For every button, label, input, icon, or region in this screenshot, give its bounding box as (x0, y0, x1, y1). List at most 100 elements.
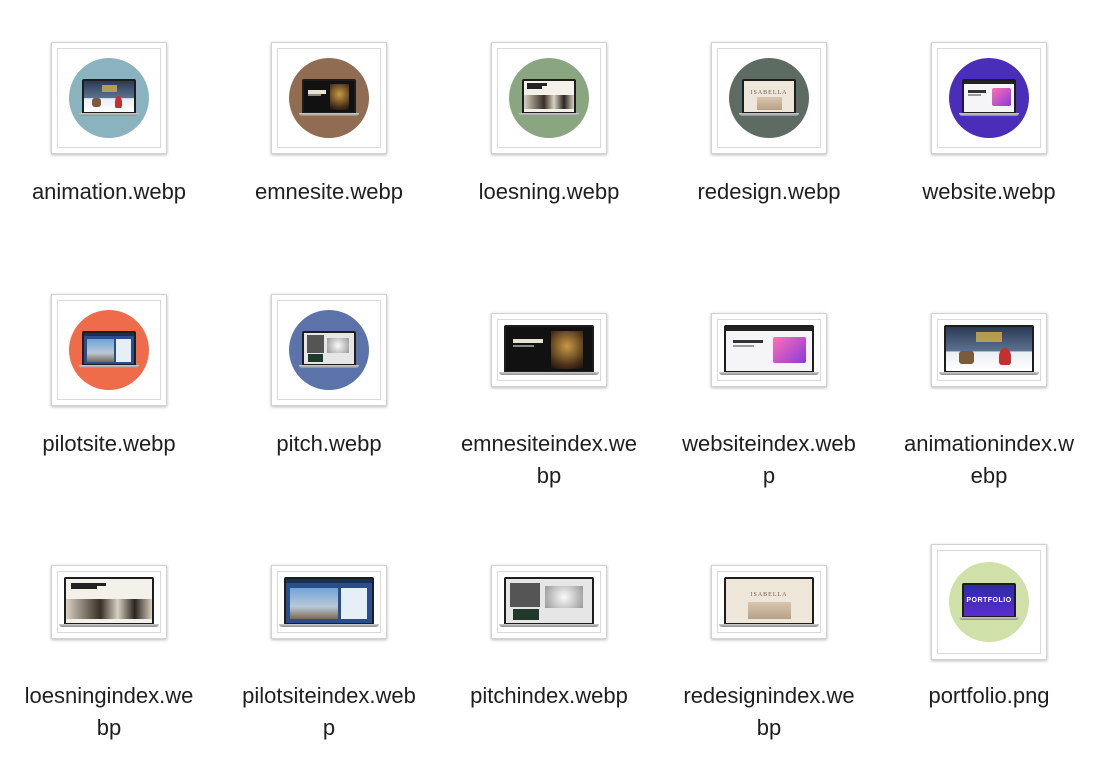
screen-preview (946, 327, 1032, 371)
laptop-mockup: ISABELLA (738, 79, 800, 116)
laptop-mockup (498, 325, 600, 375)
file-name-label[interactable]: pilotsite.webp (0, 428, 219, 460)
laptop-mockup (298, 331, 360, 368)
thumbnail-image (277, 300, 381, 400)
screen-preview (506, 579, 592, 623)
file-thumbnail[interactable] (491, 565, 607, 639)
laptop-base (518, 113, 580, 116)
laptop-mockup (298, 79, 360, 116)
file-thumbnail[interactable] (271, 294, 387, 406)
file-icon-grid: animation.webp emnesite.webp loesning.webp… (0, 0, 1116, 766)
file-name-label[interactable]: emnesiteindex.we bp (439, 428, 659, 492)
thumbnail-image: ISABELLA (717, 571, 821, 633)
laptop-base (78, 113, 140, 116)
laptop-base (78, 365, 140, 368)
file-name-label[interactable]: website.webp (879, 176, 1099, 208)
file-thumbnail[interactable]: ISABELLA (711, 565, 827, 639)
file-name-label[interactable]: pilotsiteindex.web p (219, 680, 439, 744)
laptop-mockup (518, 79, 580, 116)
file-thumbnail[interactable] (51, 565, 167, 639)
file-thumbnail[interactable] (931, 42, 1047, 154)
file-name-label[interactable]: redesign.webp (659, 176, 879, 208)
laptop-screen (302, 79, 356, 113)
laptop-mockup (58, 577, 160, 627)
file-name-line: loesningindex.we (24, 683, 194, 708)
laptop-screen (724, 325, 814, 372)
screen-preview (726, 327, 812, 371)
file-name-label[interactable]: websiteindex.web p (659, 428, 879, 492)
file-name-line: bp (536, 463, 562, 488)
file-name-label[interactable]: loesningindex.we bp (0, 680, 219, 744)
laptop-mockup (938, 325, 1040, 375)
screen-preview (506, 327, 592, 371)
laptop-screen (64, 577, 154, 624)
laptop-base (58, 624, 160, 627)
screen-preview (964, 81, 1014, 112)
file-thumbnail[interactable] (271, 565, 387, 639)
file-thumbnail[interactable] (51, 42, 167, 154)
file-name-label[interactable]: animation.webp (0, 176, 219, 208)
laptop-mockup (78, 79, 140, 116)
laptop-screen (504, 577, 594, 624)
laptop-base (718, 372, 820, 375)
laptop-mockup (278, 577, 380, 627)
screen-preview (84, 81, 134, 112)
laptop-base (298, 365, 360, 368)
screen-preview (66, 579, 152, 623)
file-thumbnail[interactable] (711, 313, 827, 387)
laptop-screen (504, 325, 594, 372)
laptop-screen (944, 325, 1034, 372)
laptop-base (938, 372, 1040, 375)
laptop-base (498, 372, 600, 375)
file-name-line: pitch.webp (276, 431, 382, 456)
file-name-label[interactable]: portfolio.png (879, 680, 1099, 712)
file-name-line: pilotsite.webp (42, 431, 176, 456)
laptop-screen (302, 331, 356, 365)
file-name-line: pitchindex.webp (470, 683, 628, 708)
laptop-mockup (498, 577, 600, 627)
laptop-base (278, 624, 380, 627)
file-name-label[interactable]: redesignindex.we bp (659, 680, 879, 744)
laptop-screen (284, 577, 374, 624)
laptop-mockup: PORTFOLIO (958, 583, 1020, 620)
file-thumbnail[interactable] (271, 42, 387, 154)
file-name-label[interactable]: loesning.webp (439, 176, 659, 208)
file-thumbnail[interactable]: PORTFOLIO (931, 544, 1047, 660)
file-name-line: bp (96, 715, 122, 740)
file-name-label[interactable]: pitchindex.webp (439, 680, 659, 712)
file-name-label[interactable]: emnesite.webp (219, 176, 439, 208)
file-name-line: p (322, 715, 336, 740)
laptop-mockup (718, 325, 820, 375)
file-name-line: portfolio.png (928, 683, 1050, 708)
file-name-label[interactable]: animationindex.w ebp (879, 428, 1099, 492)
file-name-line: animationindex.w (904, 431, 1074, 456)
thumbnail-image (937, 48, 1041, 148)
thumbnail-image (497, 319, 601, 381)
file-thumbnail[interactable] (931, 313, 1047, 387)
laptop-base (718, 624, 820, 627)
laptop-screen (962, 79, 1016, 113)
file-name-line: website.webp (922, 179, 1056, 204)
thumbnail-image: ISABELLA (717, 48, 821, 148)
file-thumbnail[interactable] (491, 42, 607, 154)
screen-preview (304, 81, 354, 112)
laptop-base (498, 624, 600, 627)
laptop-screen: ISABELLA (724, 577, 814, 624)
file-name-line: p (762, 463, 776, 488)
thumbnail-image (497, 48, 601, 148)
laptop-screen (82, 331, 136, 365)
screen-preview (304, 333, 354, 364)
laptop-base (738, 113, 800, 116)
file-name-line: loesning.webp (478, 179, 620, 204)
laptop-base (298, 113, 360, 116)
laptop-mockup: ISABELLA (718, 577, 820, 627)
file-thumbnail[interactable] (51, 294, 167, 406)
file-thumbnail[interactable]: ISABELLA (711, 42, 827, 154)
screen-preview: PORTFOLIO (964, 585, 1014, 616)
thumbnail-image: PORTFOLIO (937, 550, 1041, 654)
laptop-screen: PORTFOLIO (962, 583, 1016, 617)
thumbnail-image (717, 319, 821, 381)
file-name-label[interactable]: pitch.webp (219, 428, 439, 460)
file-thumbnail[interactable] (491, 313, 607, 387)
file-name-line: emnesite.webp (255, 179, 403, 204)
